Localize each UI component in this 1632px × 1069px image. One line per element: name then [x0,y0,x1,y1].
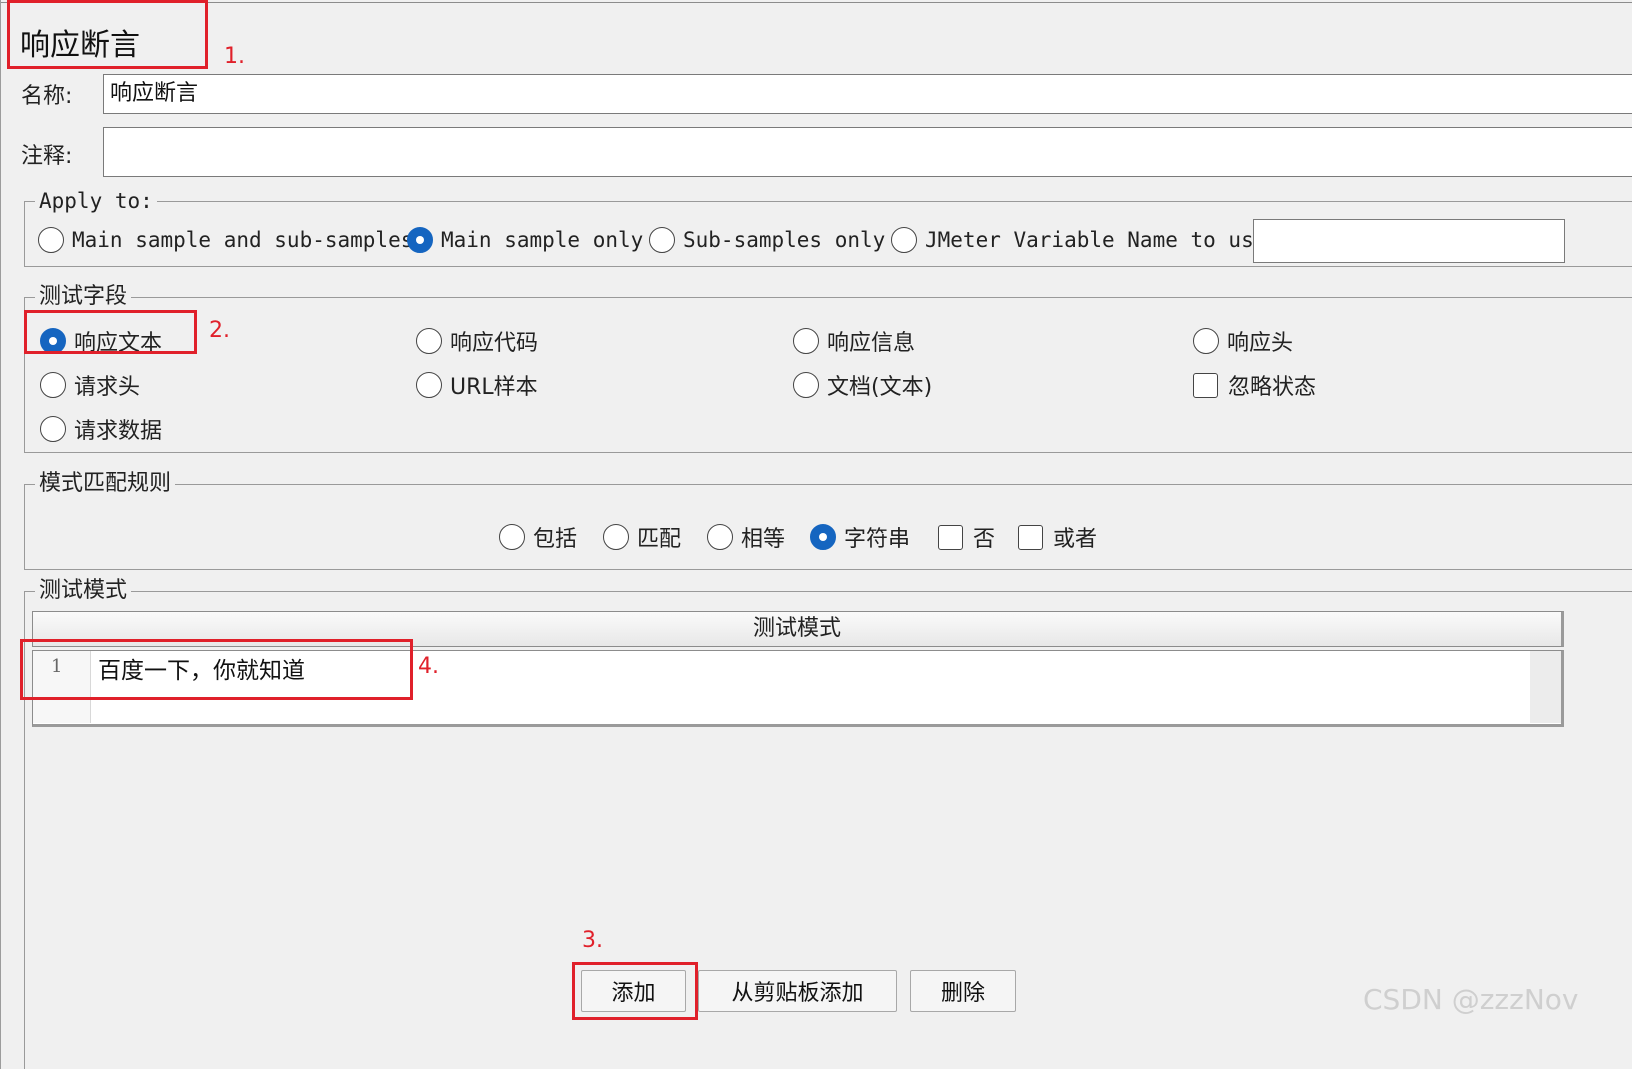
annotation-box-2 [24,310,197,354]
radio-icon[interactable] [416,372,442,398]
radio-icon[interactable] [707,524,733,550]
annotation-number-4: 4. [418,654,439,679]
option-label: 响应信息 [827,331,916,356]
field-response-code-option[interactable]: 响应代码 [416,325,538,357]
field-request-data-option[interactable]: 请求数据 [40,413,162,445]
ignore-status-checkbox[interactable]: 忽略状态 [1193,369,1316,401]
option-label: 匹配 [637,527,682,552]
option-label: Sub-samples only [683,228,886,252]
name-field[interactable]: 响应断言 [103,74,1632,114]
option-label: 响应代码 [450,331,539,356]
checkbox-icon[interactable] [938,524,963,550]
left-border [0,0,1,1069]
option-label: URL样本 [450,375,538,400]
field-request-headers-option[interactable]: 请求头 [40,369,140,401]
annotation-box-4 [20,639,413,700]
add-from-clipboard-button[interactable]: 从剪贴板添加 [698,970,897,1012]
test-pattern-legend: 测试模式 [35,576,132,606]
annotation-number-1: 1. [224,44,245,69]
option-label: 响应头 [1227,331,1294,356]
comment-field[interactable] [103,127,1632,177]
watermark-text: CSDN @zzzNov [1363,983,1579,1016]
apply-to-legend: Apply to: [35,186,157,216]
rule-matches-option[interactable]: 匹配 [603,521,681,553]
apply-jmeter-variable-option[interactable]: JMeter Variable Name to use [891,227,1266,253]
top-border [0,2,1632,3]
radio-icon[interactable] [416,328,442,354]
annotation-box-3 [572,962,698,1020]
radio-icon[interactable] [603,524,629,550]
field-document-text-option[interactable]: 文档(文本) [793,369,932,401]
pattern-rule-legend: 模式匹配规则 [35,469,176,499]
field-response-headers-option[interactable]: 响应头 [1193,325,1293,357]
checkbox-icon[interactable] [1193,372,1218,398]
radio-icon[interactable] [38,227,64,253]
checkbox-label: 否 [973,527,996,552]
vertical-scrollbar[interactable] [1530,651,1561,723]
option-label: 请求数据 [74,419,163,444]
annotation-number-2: 2. [209,318,230,343]
option-label: 字符串 [844,527,911,552]
apply-main-and-sub-option[interactable]: Main sample and sub-samples [38,227,413,253]
radio-icon[interactable] [1193,328,1219,354]
checkbox-icon[interactable] [1018,524,1043,550]
option-label: 文档(文本) [827,375,933,400]
apply-main-only-option[interactable]: Main sample only [407,227,643,253]
rule-substring-option[interactable]: 字符串 [810,521,910,553]
radio-icon[interactable] [499,524,525,550]
rule-or-checkbox[interactable]: 或者 [1018,521,1097,553]
rule-not-checkbox[interactable]: 否 [938,521,995,553]
apply-sub-only-option[interactable]: Sub-samples only [649,227,885,253]
radio-icon[interactable] [40,416,66,442]
name-label: 名称: [21,84,73,109]
option-label: 相等 [741,527,786,552]
option-label: Main sample only [441,228,644,252]
field-response-message-option[interactable]: 响应信息 [793,325,915,357]
radio-icon[interactable] [40,372,66,398]
option-label: 请求头 [74,375,141,400]
rule-contains-option[interactable]: 包括 [499,521,577,553]
field-url-sample-option[interactable]: URL样本 [416,369,538,401]
radio-selected-icon[interactable] [810,524,836,550]
annotation-box-1 [7,0,208,69]
radio-selected-icon[interactable] [407,227,433,253]
option-label: Main sample and sub-samples [72,228,414,252]
checkbox-label: 或者 [1053,527,1098,552]
comment-label: 注释: [21,144,73,169]
rule-equals-option[interactable]: 相等 [707,521,785,553]
radio-icon[interactable] [649,227,675,253]
radio-icon[interactable] [793,372,819,398]
delete-button[interactable]: 删除 [910,970,1016,1012]
annotation-number-3: 3. [582,928,603,953]
radio-icon[interactable] [793,328,819,354]
test-field-legend: 测试字段 [35,282,132,312]
option-label: 包括 [533,527,578,552]
jmeter-variable-input[interactable] [1253,219,1565,263]
radio-icon[interactable] [891,227,917,253]
checkbox-label: 忽略状态 [1228,375,1317,400]
option-label: JMeter Variable Name to use [925,228,1267,252]
